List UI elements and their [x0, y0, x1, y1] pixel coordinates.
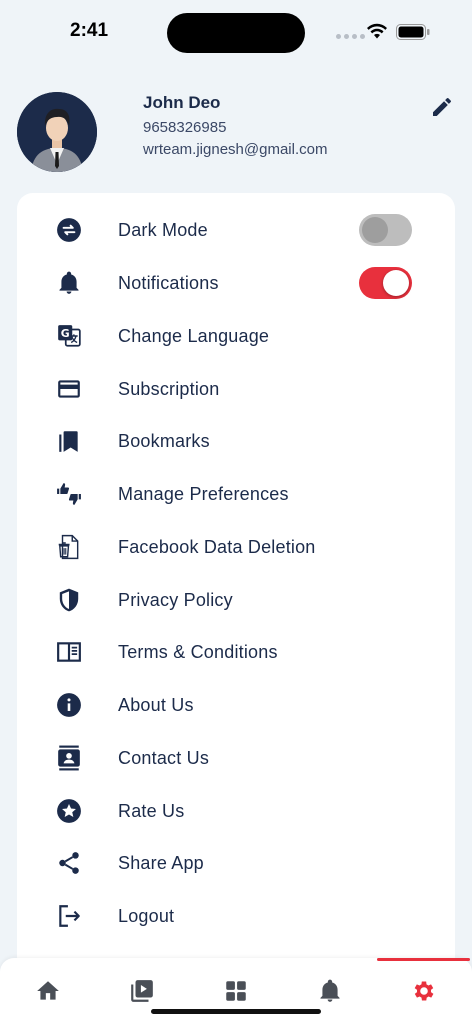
dynamic-island [167, 13, 305, 53]
nav-categories[interactable] [223, 978, 249, 1004]
menu-item-label: About Us [118, 694, 194, 715]
menu-item-rate-us[interactable]: Rate Us [17, 785, 455, 837]
pencil-icon [433, 97, 452, 116]
menu-item-facebook-data-deletion[interactable]: Facebook Data Deletion [17, 521, 455, 573]
book-icon [55, 638, 83, 666]
avatar-image [17, 92, 97, 172]
credit-card-icon [55, 375, 83, 403]
bell-icon [320, 979, 340, 1002]
menu-item-label: Rate Us [118, 800, 185, 821]
menu-item-contact-us[interactable]: Contact Us [17, 732, 455, 784]
menu-item-notifications[interactable]: Notifications [17, 257, 455, 309]
menu-item-privacy-policy[interactable]: Privacy Policy [17, 574, 455, 626]
bottom-nav [0, 958, 472, 1024]
menu-item-label: Privacy Policy [118, 589, 233, 610]
home-indicator [151, 1009, 321, 1014]
categories-icon [226, 981, 246, 1001]
signal-icon [336, 34, 365, 39]
menu-item-label: Bookmarks [118, 430, 210, 451]
menu-item-label: Change Language [118, 325, 270, 346]
menu-item-label: Subscription [118, 378, 220, 399]
settings-icon [414, 981, 434, 1001]
profile-header: John Deo 9658326985 wrteam.jignesh@gmail… [0, 90, 472, 180]
thumbs-icon [55, 480, 83, 508]
nav-notifications[interactable] [317, 978, 343, 1004]
menu-item-logout[interactable]: Logout [17, 890, 455, 942]
wifi-icon [367, 23, 387, 39]
menu-item-bookmarks[interactable]: Bookmarks [17, 415, 455, 467]
menu-item-subscription[interactable]: Subscription [17, 363, 455, 415]
notifications-toggle[interactable] [359, 267, 412, 299]
bookmarks-icon [55, 427, 83, 455]
menu-item-dark-mode[interactable]: Dark Mode [17, 204, 455, 256]
user-email: wrteam.jignesh@gmail.com [143, 141, 328, 158]
nav-active-indicator [377, 958, 470, 961]
menu-item-label: Terms & Conditions [118, 641, 278, 662]
dark-mode-toggle[interactable] [359, 214, 412, 246]
menu-item-terms-conditions[interactable]: Terms & Conditions [17, 626, 455, 678]
info-icon [55, 691, 83, 719]
menu-item-share-app[interactable]: Share App [17, 837, 455, 889]
settings-menu: Dark Mode Notifications G Change Languag… [17, 193, 455, 983]
menu-item-label: Logout [118, 905, 175, 926]
menu-item-about-us[interactable]: About Us [17, 679, 455, 731]
logout-icon [55, 902, 83, 930]
menu-item-label: Manage Preferences [118, 483, 289, 504]
translate-icon: G [55, 322, 83, 350]
menu-item-label: Dark Mode [118, 219, 208, 240]
svg-text:G: G [61, 327, 70, 340]
nav-settings[interactable] [411, 978, 437, 1004]
nav-home[interactable] [35, 978, 61, 1004]
share-icon [55, 849, 83, 877]
video-icon [131, 980, 153, 1002]
avatar[interactable] [17, 92, 97, 172]
star-icon [55, 797, 83, 825]
menu-item-label: Contact Us [118, 747, 210, 768]
edit-profile-button[interactable] [430, 95, 454, 119]
shield-icon [55, 586, 83, 614]
user-phone: 9658326985 [143, 119, 227, 136]
status-bar: 2:41 [0, 0, 472, 60]
menu-item-label: Facebook Data Deletion [118, 536, 316, 557]
file-delete-icon [55, 533, 83, 561]
status-time: 2:41 [70, 20, 109, 41]
battery-icon [396, 24, 430, 40]
swap-icon [55, 216, 83, 244]
contact-icon [55, 744, 83, 772]
menu-item-label: Share App [118, 852, 204, 873]
user-name: John Deo [143, 93, 221, 112]
bell-icon [55, 269, 83, 297]
nav-videos[interactable] [129, 978, 155, 1004]
menu-item-manage-preferences[interactable]: Manage Preferences [17, 468, 455, 520]
home-icon [37, 981, 59, 1000]
menu-item-change-language[interactable]: G Change Language [17, 310, 455, 362]
menu-item-label: Notifications [118, 272, 219, 293]
